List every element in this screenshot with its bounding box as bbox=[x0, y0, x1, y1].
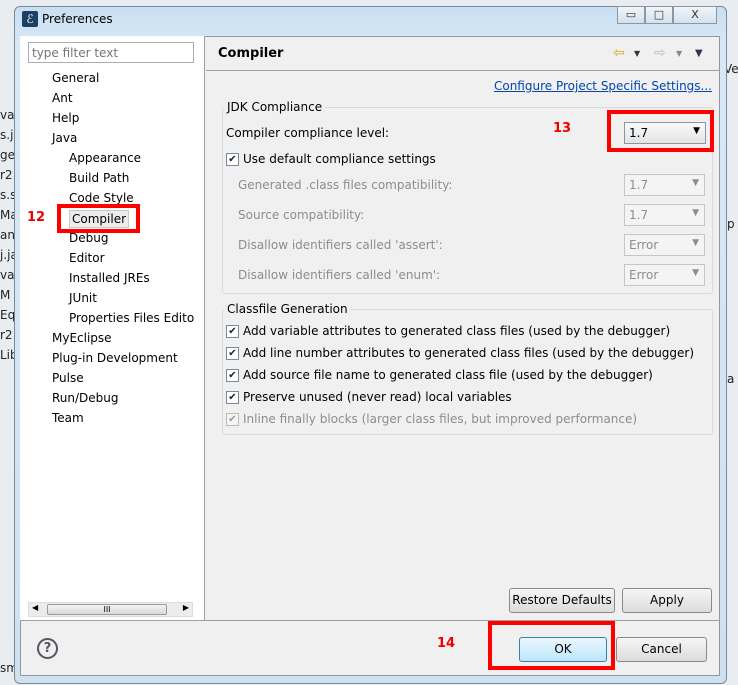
jdk-row-select[interactable]: 1.7 ▼ bbox=[624, 174, 705, 196]
classfile-option-checkbox[interactable]: ✔ Add variable attributes to generated cl… bbox=[226, 324, 670, 338]
background-text-fragment: r2. bbox=[0, 328, 14, 342]
tree-item-help[interactable]: Help bbox=[52, 110, 79, 126]
checkbox-checked-icon: ✔ bbox=[226, 368, 239, 382]
tree-horizontal-scrollbar[interactable]: ◀ III ▶ bbox=[28, 602, 193, 617]
classfile-option-checkbox[interactable]: ✔ Add source file name to generated class… bbox=[226, 368, 653, 382]
tree-item-plug-in-development[interactable]: Plug-in Development bbox=[52, 350, 178, 366]
jdk-row-label: Generated .class files compatibility: bbox=[238, 178, 453, 192]
page-title: Compiler bbox=[218, 46, 284, 61]
chevron-down-icon: ▼ bbox=[692, 208, 699, 218]
annotation-12: 12 bbox=[27, 210, 46, 225]
use-default-label: Use default compliance settings bbox=[243, 152, 436, 166]
chevron-down-icon: ▼ bbox=[692, 178, 699, 188]
background-text-fragment: va bbox=[0, 108, 14, 122]
tree-item-build-path[interactable]: Build Path bbox=[69, 170, 129, 186]
tree-item-java[interactable]: Java bbox=[52, 130, 77, 146]
checkbox-checked-icon: ✔ bbox=[226, 412, 239, 426]
tree-item-junit[interactable]: JUnit bbox=[69, 290, 97, 306]
back-dropdown-icon[interactable]: ▼ bbox=[634, 49, 640, 58]
checkbox-checked-icon: ✔ bbox=[226, 152, 239, 166]
restore-defaults-button[interactable]: Restore Defaults bbox=[509, 588, 615, 613]
jdk-row-select[interactable]: Error ▼ bbox=[624, 234, 705, 256]
chevron-down-icon: ▼ bbox=[692, 238, 699, 248]
classfile-option-checkbox[interactable]: ✔ Inline finally blocks (larger class fil… bbox=[226, 412, 637, 426]
tree-item-run-debug[interactable]: Run/Debug bbox=[52, 390, 119, 406]
tree-item-properties-files-edito[interactable]: Properties Files Edito bbox=[69, 310, 194, 326]
annotation-13: 13 bbox=[553, 121, 572, 136]
jdk-row-value: 1.7 bbox=[629, 208, 649, 222]
annotation-14: 14 bbox=[437, 636, 456, 651]
background-text-fragment: j.ja bbox=[0, 248, 14, 262]
back-arrow-icon[interactable]: ⇦ bbox=[613, 45, 625, 61]
background-text-fragment: Eq bbox=[0, 308, 14, 322]
classfile-option-checkbox[interactable]: ✔ Add line number attributes to generated… bbox=[226, 346, 694, 360]
jdk-row-label: Disallow identifiers called 'enum': bbox=[238, 268, 441, 282]
jdk-row-value: Error bbox=[629, 268, 659, 282]
forward-dropdown-icon[interactable]: ▼ bbox=[676, 49, 682, 58]
jdk-row-value: Error bbox=[629, 238, 659, 252]
background-text-fragment: sm bbox=[0, 661, 14, 675]
background-text-fragment: Lib bbox=[0, 348, 14, 362]
scroll-left-arrow-icon[interactable]: ◀ bbox=[32, 603, 38, 612]
dialog-button-bar bbox=[20, 620, 720, 676]
tree-item-team[interactable]: Team bbox=[52, 410, 84, 426]
classfile-option-checkbox[interactable]: ✔ Preserve unused (never read) local vari… bbox=[226, 390, 512, 404]
highlight-box-14 bbox=[488, 621, 615, 670]
jdk-compliance-legend: JDK Compliance bbox=[224, 100, 326, 114]
tree-item-general[interactable]: General bbox=[52, 70, 99, 86]
close-button[interactable]: X bbox=[673, 6, 717, 24]
scroll-thumb[interactable]: III bbox=[47, 604, 167, 615]
help-icon[interactable]: ? bbox=[37, 638, 58, 659]
tree-item-ant[interactable]: Ant bbox=[52, 90, 73, 106]
compliance-level-label: Compiler compliance level: bbox=[226, 126, 390, 140]
background-text-fragment: r2. bbox=[0, 168, 14, 182]
header-separator bbox=[206, 70, 720, 71]
classfile-option-label: Add line number attributes to generated … bbox=[243, 346, 695, 360]
configure-project-settings-link[interactable]: Configure Project Specific Settings... bbox=[494, 79, 712, 93]
jdk-row-select[interactable]: 1.7 ▼ bbox=[624, 204, 705, 226]
tree-item-pulse[interactable]: Pulse bbox=[52, 370, 84, 386]
tree-item-installed-jres[interactable]: Installed JREs bbox=[69, 270, 150, 286]
background-text-fragment: ge bbox=[0, 148, 14, 162]
classfile-option-label: Add source file name to generated class … bbox=[243, 368, 653, 382]
window-title: Preferences bbox=[42, 12, 113, 26]
checkbox-checked-icon: ✔ bbox=[226, 324, 239, 338]
tree-item-myeclipse[interactable]: MyEclipse bbox=[52, 330, 112, 346]
jdk-row-label: Disallow identifiers called 'assert': bbox=[238, 238, 443, 252]
background-text-fragment: a bbox=[727, 372, 735, 386]
highlight-box-12 bbox=[57, 204, 140, 233]
app-icon: ℰ bbox=[22, 11, 38, 27]
classfile-option-label: Add variable attributes to generated cla… bbox=[243, 324, 671, 338]
background-text-fragment: p bbox=[727, 217, 735, 231]
use-default-compliance-checkbox[interactable]: ✔ Use default compliance settings bbox=[226, 152, 436, 166]
background-text-fragment: an bbox=[0, 228, 14, 242]
apply-button[interactable]: Apply bbox=[622, 588, 712, 613]
tree-item-editor[interactable]: Editor bbox=[69, 250, 105, 266]
classfile-option-label: Inline finally blocks (larger class file… bbox=[243, 412, 638, 426]
tree-item-appearance[interactable]: Appearance bbox=[69, 150, 141, 166]
scroll-right-arrow-icon[interactable]: ▶ bbox=[183, 603, 189, 612]
filter-input[interactable] bbox=[28, 42, 194, 63]
jdk-row-select[interactable]: Error ▼ bbox=[624, 264, 705, 286]
jdk-row-label: Source compatibility: bbox=[238, 208, 365, 222]
view-menu-icon[interactable]: ▼ bbox=[695, 48, 703, 59]
jdk-row-value: 1.7 bbox=[629, 178, 649, 192]
maximize-button[interactable]: □ bbox=[645, 6, 673, 24]
classfile-option-label: Preserve unused (never read) local varia… bbox=[243, 390, 512, 404]
background-text-fragment: s.s bbox=[0, 188, 14, 202]
checkbox-checked-icon: ✔ bbox=[226, 390, 239, 404]
minimize-button[interactable]: ▭ bbox=[617, 6, 645, 24]
background-text-fragment: s.ja bbox=[0, 128, 14, 142]
highlight-box-13 bbox=[607, 110, 714, 152]
forward-arrow-icon[interactable]: ⇨ bbox=[654, 45, 666, 61]
background-text-fragment: Mar bbox=[0, 208, 14, 222]
chevron-down-icon: ▼ bbox=[692, 268, 699, 278]
preference-tree-panel bbox=[20, 36, 205, 620]
cancel-button[interactable]: Cancel bbox=[616, 637, 707, 662]
background-text-fragment: va bbox=[0, 268, 14, 282]
classfile-generation-legend: Classfile Generation bbox=[224, 302, 351, 316]
checkbox-checked-icon: ✔ bbox=[226, 346, 239, 360]
background-text-fragment: M bbox=[0, 288, 11, 302]
